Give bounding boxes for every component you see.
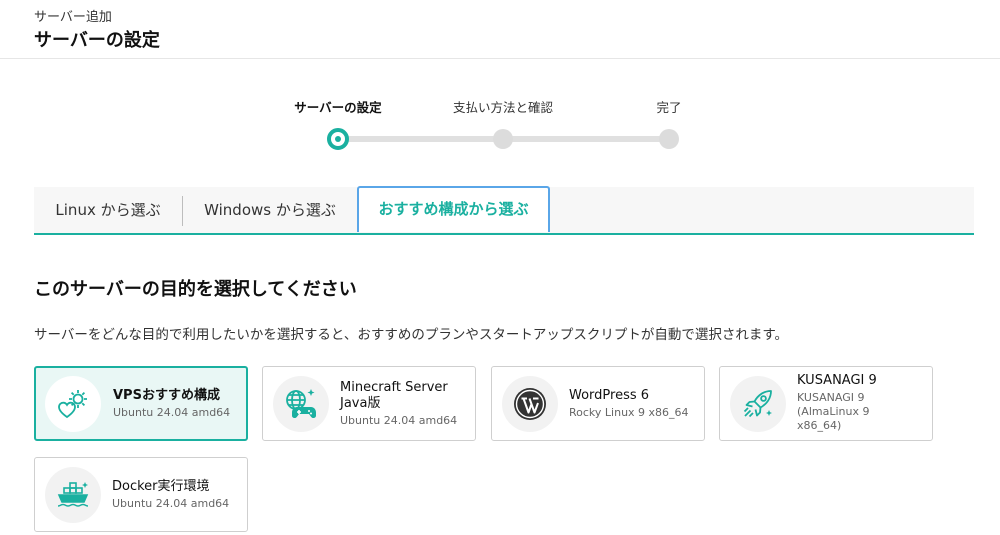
container-ship-icon bbox=[45, 467, 101, 523]
card-kusanagi[interactable]: KUSANAGI 9 KUSANAGI 9 (AlmaLinux 9 x86_6… bbox=[719, 366, 933, 441]
source-tabs: Linux から選ぶ Windows から選ぶ おすすめ構成から選ぶ bbox=[34, 186, 974, 235]
card-title: Docker実行環境 bbox=[112, 478, 210, 494]
card-docker[interactable]: Docker実行環境 Ubuntu 24.04 amd64 bbox=[34, 457, 248, 532]
card-os: Ubuntu 24.04 amd64 bbox=[340, 413, 458, 427]
section-description: サーバーをどんな目的で利用したいかを選択すると、おすすめのプランやスタートアップ… bbox=[34, 327, 788, 343]
card-wordpress[interactable]: WordPress 6 Rocky Linux 9 x86_64 bbox=[491, 366, 705, 441]
card-os: Ubuntu 24.04 amd64 bbox=[112, 496, 230, 510]
card-title: Minecraft Server Java版 bbox=[340, 379, 448, 411]
card-vps-recommended[interactable]: VPSおすすめ構成 Ubuntu 24.04 amd64 bbox=[34, 366, 248, 441]
step-label-server-settings: サーバーの設定 bbox=[294, 100, 382, 115]
page-header: サーバー追加 サーバーの設定 bbox=[0, 0, 1000, 59]
heart-gear-icon bbox=[45, 376, 101, 432]
card-minecraft[interactable]: Minecraft Server Java版 Ubuntu 24.04 amd6… bbox=[262, 366, 476, 441]
tab-linux[interactable]: Linux から選ぶ bbox=[34, 187, 182, 233]
step-dot-complete bbox=[659, 129, 679, 149]
card-os: Rocky Linux 9 x86_64 bbox=[569, 405, 689, 419]
card-title: VPSおすすめ構成 bbox=[113, 387, 220, 403]
section-title: このサーバーの目的を選択してください bbox=[34, 279, 357, 300]
rocket-icon bbox=[730, 376, 786, 432]
page-title: サーバーの設定 bbox=[34, 30, 160, 51]
card-os: KUSANAGI 9 (AlmaLinux 9 x86_64) bbox=[797, 391, 870, 432]
tab-divider bbox=[182, 196, 183, 226]
tab-windows[interactable]: Windows から選ぶ bbox=[184, 187, 356, 233]
card-title: WordPress 6 bbox=[569, 387, 650, 403]
step-dot-payment bbox=[493, 129, 513, 149]
card-os: Ubuntu 24.04 amd64 bbox=[113, 405, 231, 419]
card-title: KUSANAGI 9 bbox=[797, 373, 877, 388]
breadcrumb: サーバー追加 bbox=[34, 10, 112, 25]
wordpress-icon bbox=[502, 376, 558, 432]
tab-recommended[interactable]: おすすめ構成から選ぶ bbox=[357, 186, 550, 232]
step-label-payment: 支払い方法と確認 bbox=[452, 100, 554, 115]
globe-gamepad-icon bbox=[273, 376, 329, 432]
step-dot-active bbox=[327, 128, 349, 150]
step-label-complete: 完了 bbox=[656, 100, 682, 115]
